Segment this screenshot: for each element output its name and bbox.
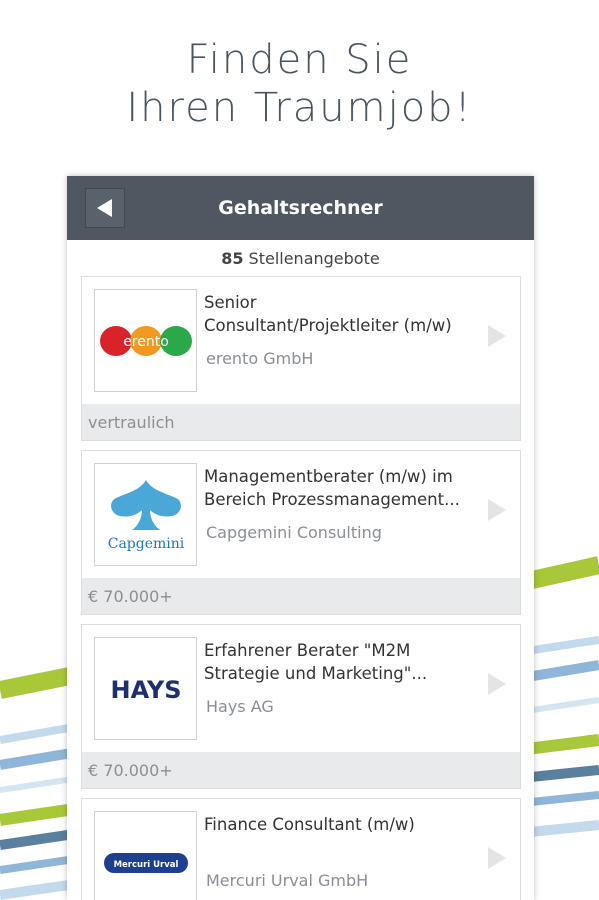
result-count-label: Stellenangebote [248, 248, 380, 268]
job-title-line1: Finance Consultant (m/w) [204, 815, 415, 834]
svg-text:Mercuri Urval: Mercuri Urval [113, 860, 178, 870]
job-title-line2: Strategie und Marketing"... [204, 664, 428, 683]
erento-logo: erento [99, 325, 192, 356]
job-title-line1: Managementberater (m/w) im [204, 467, 453, 486]
headline-line2: Ihren Traumjob! [126, 85, 473, 131]
job-title: Managementberater (m/w) im Bereich Proze… [204, 465, 494, 511]
svg-text:erento: erento [123, 334, 169, 350]
company-logo: erento [94, 289, 197, 392]
salary-label: € 70.000+ [82, 752, 520, 788]
headline-line1: Finden Sie [186, 37, 413, 83]
company-logo: Mercuri Urval [94, 811, 197, 900]
job-title: Erfahrener Berater "M2M Strategie und Ma… [204, 639, 494, 685]
result-count: 85 Stellenangebote [67, 240, 534, 276]
salary-label: vertraulich [82, 404, 520, 440]
job-title: Finance Consultant (m/w) [204, 813, 494, 836]
chevron-right-icon [488, 847, 506, 869]
chevron-right-icon [488, 325, 506, 347]
company-name: Mercuri Urval GmbH [206, 871, 369, 890]
capgemini-logo: Capgemini [107, 479, 184, 552]
job-title-line1: Erfahrener Berater "M2M [204, 641, 411, 660]
company-logo: HAYS [94, 637, 197, 740]
company-name: Hays AG [206, 697, 274, 716]
job-title: Senior Consultant/Projektleiter (m/w) [204, 291, 494, 337]
back-button[interactable] [85, 188, 125, 228]
headline: Finden Sie Ihren Traumjob! [0, 36, 599, 132]
job-card[interactable]: Mercuri Urval Finance Consultant (m/w) M… [81, 798, 521, 900]
hays-logo: HAYS [110, 676, 181, 704]
chevron-right-icon [488, 673, 506, 695]
mercuri-urval-logo: Mercuri Urval [103, 852, 188, 873]
job-card[interactable]: erento Senior Consultant/Projektleiter (… [81, 276, 521, 441]
svg-text:Capgemini: Capgemini [107, 536, 184, 552]
salary-label: € 70.000+ [82, 578, 520, 614]
company-logo: Capgemini [94, 463, 197, 566]
svg-text:HAYS: HAYS [110, 676, 181, 704]
app-bar-title: Gehaltsrechner [218, 197, 383, 219]
job-title-line1: Senior [204, 293, 257, 312]
company-name: erento GmbH [206, 349, 314, 368]
job-card[interactable]: Capgemini Managementberater (m/w) im Ber… [81, 450, 521, 615]
job-card[interactable]: HAYS Erfahrener Berater "M2M Strategie u… [81, 624, 521, 789]
app-bar: Gehaltsrechner [67, 176, 534, 240]
app-screen: Gehaltsrechner 85 Stellenangebote erento… [67, 176, 534, 900]
back-arrow-icon [97, 199, 112, 217]
result-count-number: 85 [221, 248, 244, 268]
company-name: Capgemini Consulting [206, 523, 382, 542]
chevron-right-icon [488, 499, 506, 521]
job-title-line2: Consultant/Projektleiter (m/w) [204, 316, 452, 335]
job-title-line2: Bereich Prozessmanagement... [204, 490, 460, 509]
